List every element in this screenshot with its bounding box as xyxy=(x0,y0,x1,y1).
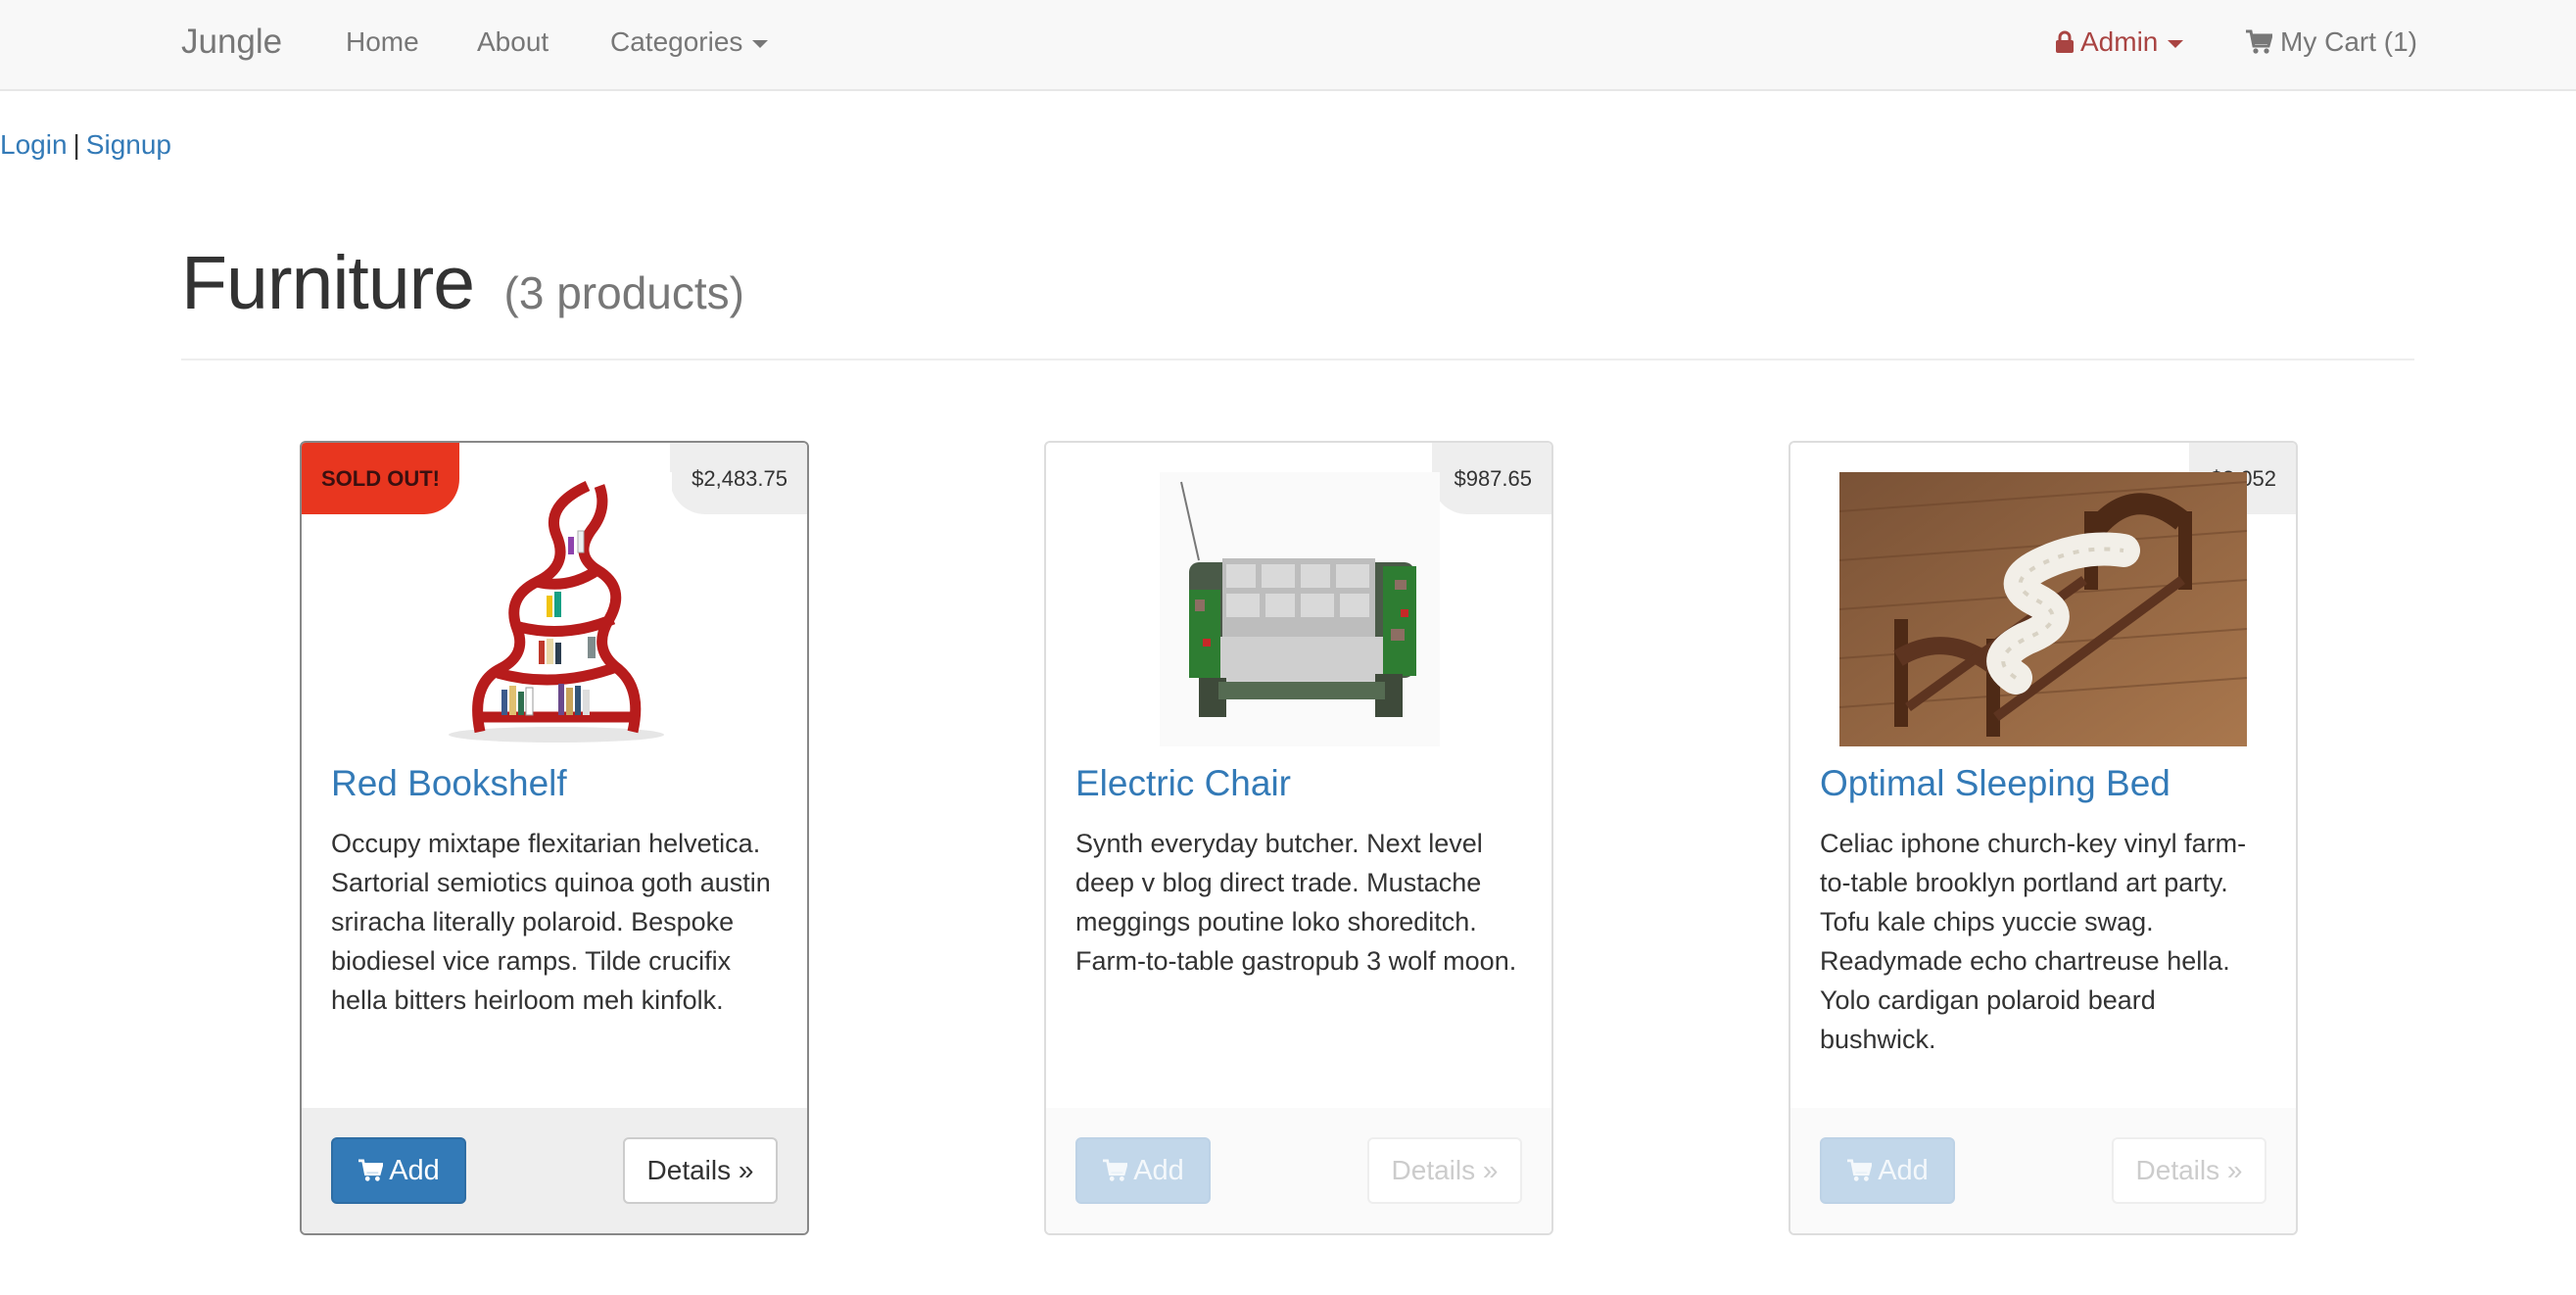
chevron-down-icon xyxy=(752,39,769,48)
product-card-optimal-sleeping-bed: $3,052 Optimal Sleeping Bed Celiac iphon… xyxy=(1789,441,2298,1235)
add-button-label: Add xyxy=(389,1155,440,1186)
shopping-cart-icon xyxy=(358,1159,384,1181)
category-title: Furniture xyxy=(181,241,475,325)
nav-categories-label: Categories xyxy=(610,26,743,57)
nav-about[interactable]: About xyxy=(477,0,549,84)
page-title: Furniture (3 products) xyxy=(181,240,744,327)
brand-link[interactable]: Jungle xyxy=(181,0,282,84)
details-button[interactable]: Details » xyxy=(1367,1137,1522,1204)
price-tag: $2,483.75 xyxy=(670,443,807,514)
product-description: Synth everyday butcher. Next level deep … xyxy=(1075,829,1517,976)
header-divider xyxy=(181,359,2414,360)
add-to-cart-button[interactable]: Add xyxy=(331,1137,466,1204)
shopping-cart-icon xyxy=(1103,1159,1128,1181)
sold-out-badge: SOLD OUT! xyxy=(302,443,459,514)
shopping-cart-icon xyxy=(2246,29,2272,54)
product-image[interactable] xyxy=(1160,472,1440,746)
shopping-cart-icon xyxy=(1847,1159,1873,1181)
nav-cart[interactable]: My Cart (1) xyxy=(2245,0,2417,84)
product-image[interactable] xyxy=(1839,472,2247,746)
signup-link[interactable]: Signup xyxy=(86,129,171,160)
card-footer: Add Details » xyxy=(1046,1108,1551,1233)
product-count: (3 products) xyxy=(503,267,744,318)
add-to-cart-button[interactable]: Add xyxy=(1820,1137,1955,1204)
product-name-link[interactable]: Optimal Sleeping Bed xyxy=(1820,763,2171,804)
login-link[interactable]: Login xyxy=(0,129,68,160)
chevron-down-icon xyxy=(2168,39,2184,48)
product-card-electric-chair: $987.65 Electric Chair Synth everyday bu… xyxy=(1044,441,1553,1235)
add-button-label: Add xyxy=(1878,1155,1929,1186)
card-footer: Add Details » xyxy=(1790,1108,2296,1233)
auth-links: Login | Signup xyxy=(0,129,171,161)
add-to-cart-button[interactable]: Add xyxy=(1075,1137,1211,1204)
product-description: Occupy mixtape flexitarian helvetica. Sa… xyxy=(331,829,771,1015)
details-button[interactable]: Details » xyxy=(2112,1137,2266,1204)
nav-admin-label: Admin xyxy=(2080,26,2159,57)
product-card-red-bookshelf: SOLD OUT! $2,483.75 Red Bookshelf Occupy… xyxy=(300,441,809,1235)
nav-home[interactable]: Home xyxy=(346,0,419,84)
details-button[interactable]: Details » xyxy=(623,1137,778,1204)
product-image[interactable] xyxy=(441,472,672,746)
product-name-link[interactable]: Electric Chair xyxy=(1075,763,1291,804)
product-description: Celiac iphone church-key vinyl farm-to-t… xyxy=(1820,829,2247,1054)
auth-separator: | xyxy=(72,129,80,160)
nav-categories-dropdown[interactable]: Categories xyxy=(610,0,769,84)
nav-cart-label: My Cart (1) xyxy=(2280,26,2417,57)
card-footer: Add Details » xyxy=(302,1108,807,1233)
product-name-link[interactable]: Red Bookshelf xyxy=(331,763,567,804)
add-button-label: Add xyxy=(1133,1155,1184,1186)
nav-admin-dropdown[interactable]: Admin xyxy=(2055,0,2184,84)
price-tag: $987.65 xyxy=(1432,443,1551,514)
navbar: Jungle Home About Categories Admin My Ca… xyxy=(0,0,2576,91)
lock-icon xyxy=(2056,30,2074,53)
